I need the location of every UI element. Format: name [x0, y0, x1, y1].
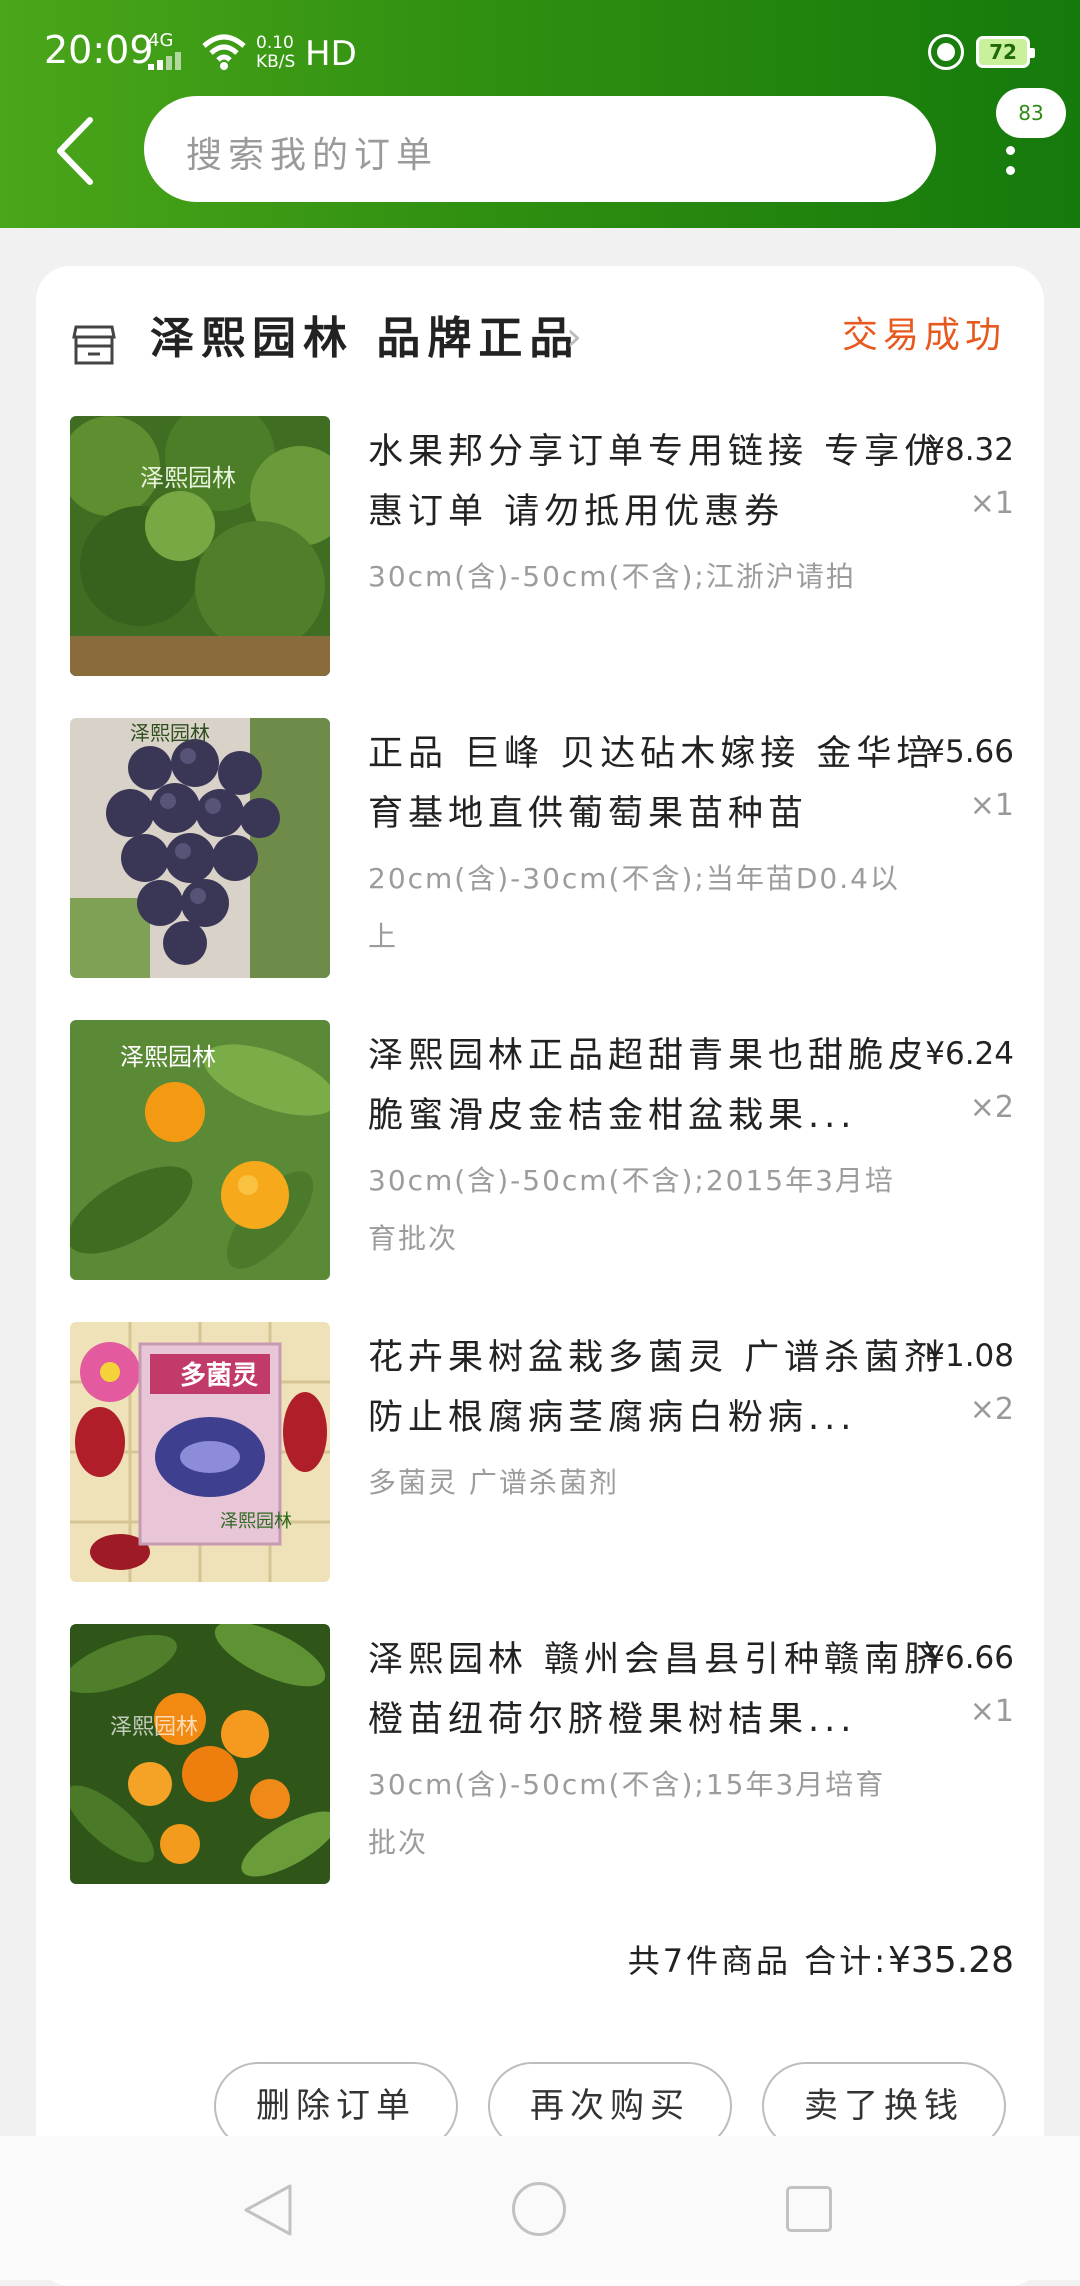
total-label: 合计:: [804, 1942, 889, 1980]
message-badge: 83: [996, 88, 1066, 138]
brand-watermark: 泽熙园林: [130, 721, 210, 745]
item-spec: 30cm(含)-50cm(不含);江浙沪请拍: [368, 560, 856, 593]
signal-icon: [148, 52, 181, 70]
search-input[interactable]: 搜索我的订单: [144, 96, 936, 202]
brand-watermark: 泽熙园林: [220, 1511, 292, 1532]
shop-icon: [72, 325, 116, 365]
product-image: 多菌灵 泽熙园林: [70, 1322, 330, 1582]
status-bar: 20:09 4G 0.10 KB/S HD 72: [0, 0, 1080, 100]
speed-value: 0.10: [256, 33, 294, 53]
hd-indicator: HD: [305, 34, 357, 74]
product-image: 泽熙园林: [70, 1020, 330, 1280]
order-item[interactable]: 泽熙园林 正品 巨峰 贝达砧木嫁接 金华培育基地直供葡萄果苗种苗 20cm(含)…: [36, 718, 1044, 978]
item-price: ¥8.32: [925, 432, 1014, 468]
item-spec: 多菌灵 广谱杀菌剂: [368, 1466, 619, 1499]
network-type: 4G: [148, 30, 174, 51]
item-price: ¥6.66: [925, 1640, 1014, 1676]
product-image: 泽熙园林: [70, 1624, 330, 1884]
brand-watermark: 泽熙园林: [110, 1715, 198, 1740]
system-nav-bar: [0, 2136, 1080, 2280]
shop-name[interactable]: 泽熙园林 品牌正品: [150, 302, 580, 366]
total-amount: ¥35.28: [888, 1940, 1014, 1981]
item-title: 泽熙园林 赣州会昌县引种赣南脐橙苗纽荷尔脐橙果树桔果...: [368, 1640, 945, 1740]
app-header: 20:09 4G 0.10 KB/S HD 72 搜索我的订单 83: [0, 0, 1080, 228]
status-time: 20:09: [44, 28, 154, 72]
item-price: ¥5.66: [925, 734, 1014, 770]
search-placeholder: 搜索我的订单: [186, 135, 439, 176]
order-status: 交易成功: [841, 315, 1006, 356]
item-title: 水果邦分享订单专用链接 专享优惠订单 请勿抵用优惠券: [368, 432, 945, 532]
back-arrow-icon[interactable]: [50, 116, 100, 186]
item-quantity: ×2: [969, 1090, 1014, 1125]
package-label: 多菌灵: [180, 1361, 258, 1391]
item-title: 正品 巨峰 贝达砧木嫁接 金华培育基地直供葡萄果苗种苗: [368, 734, 937, 834]
order-item[interactable]: 泽熙园林 泽熙园林正品超甜青果也甜脆皮脆蜜滑皮金桔金柑盆栽果... 30cm(含…: [36, 1020, 1044, 1280]
product-image: 泽熙园林: [70, 416, 330, 676]
item-title: 泽熙园林正品超甜青果也甜脆皮脆蜜滑皮金桔金柑盆栽果...: [368, 1036, 929, 1136]
product-image: 泽熙园林: [70, 718, 330, 978]
battery-icon: 72: [976, 36, 1035, 68]
order-item[interactable]: 泽熙园林 泽熙园林 赣州会昌县引种赣南脐橙苗纽荷尔脐橙果树桔果... 30cm(…: [36, 1624, 1044, 1884]
order-item[interactable]: 泽熙园林 水果邦分享订单专用链接 专享优惠订单 请勿抵用优惠券 30cm(含)-…: [36, 416, 1044, 676]
brand-watermark: 泽熙园林: [140, 464, 236, 492]
wifi-icon: [202, 34, 246, 70]
item-spec: 30cm(含)-50cm(不含);2015年3月培育批次: [368, 1164, 895, 1255]
item-quantity: ×1: [969, 486, 1014, 521]
more-dot-icon: [1006, 166, 1015, 175]
order-item[interactable]: 多菌灵 泽熙园林 花卉果树盆栽多菌灵 广谱杀菌剂防止根腐病茎腐病白粉病... 多…: [36, 1322, 1044, 1582]
brand-watermark: 泽熙园林: [120, 1043, 216, 1071]
more-dot-icon: [1006, 146, 1015, 155]
item-count: 共7件商品: [627, 1942, 792, 1980]
order-summary: 共7件商品 合计:¥35.28: [628, 1936, 1014, 1982]
nav-recents-icon[interactable]: [786, 2186, 832, 2232]
chevron-right-icon[interactable]: ›: [566, 314, 582, 360]
item-spec: 20cm(含)-30cm(不含);当年苗D0.4以上: [368, 862, 900, 953]
item-spec: 30cm(含)-50cm(不含);15年3月培育批次: [368, 1768, 886, 1859]
item-quantity: ×2: [969, 1392, 1014, 1427]
order-card: 泽熙园林 品牌正品 › 交易成功 泽熙园林 水果邦分享订单专用链接 专享优惠订单…: [36, 266, 1044, 2286]
network-speed: 0.10 KB/S: [256, 34, 295, 72]
more-menu-button[interactable]: 83: [990, 88, 1078, 188]
item-price: ¥6.24: [925, 1036, 1014, 1072]
speed-unit: KB/S: [256, 52, 296, 72]
nav-home-icon[interactable]: [512, 2182, 566, 2236]
nav-back-icon[interactable]: [242, 2182, 294, 2238]
item-title: 花卉果树盆栽多菌灵 广谱杀菌剂防止根腐病茎腐病白粉病...: [368, 1338, 945, 1438]
item-quantity: ×1: [969, 1694, 1014, 1729]
item-quantity: ×1: [969, 788, 1014, 823]
sync-icon: [928, 34, 964, 70]
item-price: ¥1.08: [925, 1338, 1014, 1374]
